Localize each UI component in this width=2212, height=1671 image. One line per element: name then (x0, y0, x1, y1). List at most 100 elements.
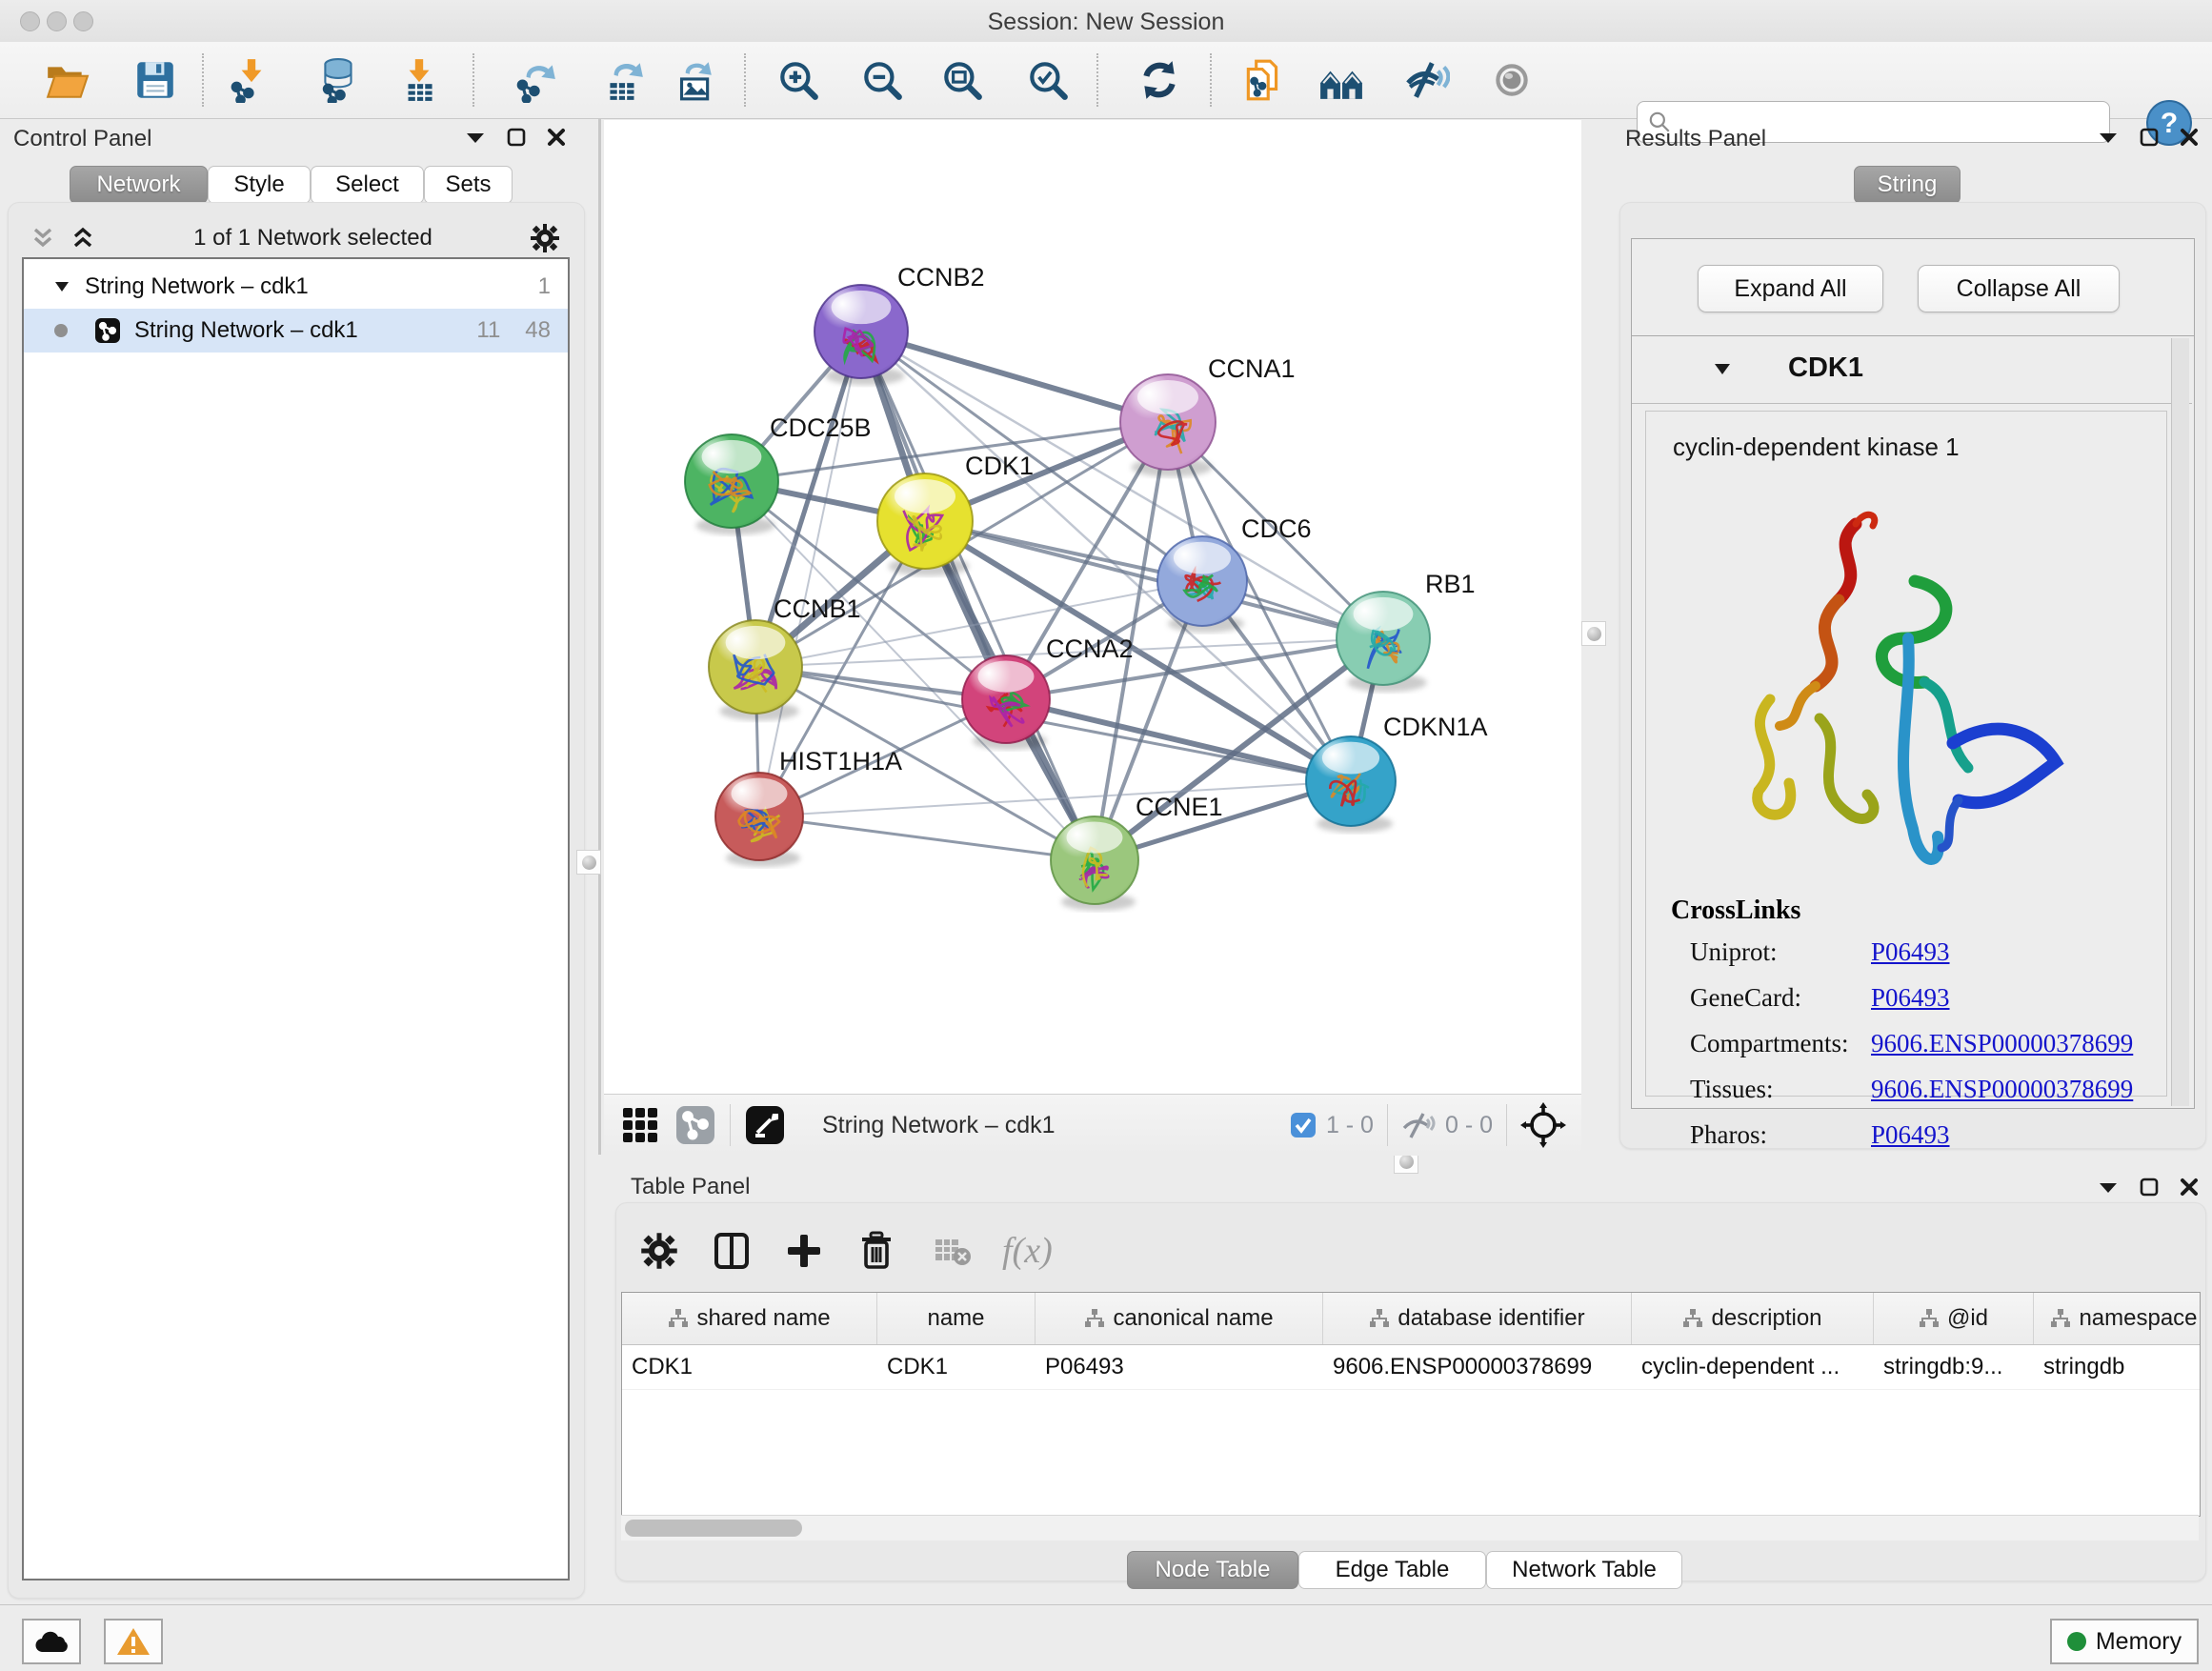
table-cell[interactable]: CDK1 (622, 1345, 877, 1389)
network-graph[interactable]: CCNB2CCNA1CDC25BCDK1CDC6RB1CCNB1CCNA2CDK… (604, 120, 1581, 1094)
zoom-out-icon[interactable] (857, 55, 907, 105)
clone-network-icon[interactable] (1238, 55, 1288, 105)
column-header-namespace[interactable]: namespace (2034, 1293, 2201, 1344)
import-table-icon[interactable] (394, 55, 444, 105)
zoom-selected-icon[interactable] (1023, 55, 1073, 105)
left-splitter-handle[interactable] (576, 850, 601, 875)
node-CCNB1[interactable] (709, 620, 802, 720)
maximize-panel-icon[interactable] (2140, 1178, 2159, 1197)
column-header--id[interactable]: @id (1874, 1293, 2034, 1344)
import-network-from-database-icon[interactable] (314, 55, 364, 105)
crosslink-link[interactable]: P06493 (1871, 1120, 1950, 1150)
network-collection-row[interactable]: String Network – cdk1 1 (24, 265, 568, 309)
float-panel-icon[interactable] (2098, 1180, 2119, 1194)
memory-button[interactable]: Memory (2050, 1619, 2199, 1664)
crosslink-link[interactable]: P06493 (1871, 937, 1950, 967)
node-CDC25B[interactable] (685, 434, 778, 534)
table-type-tabs: Node TableEdge TableNetwork Table (1127, 1551, 1682, 1589)
crosslink-link[interactable]: 9606.ENSP00000378699 (1871, 1029, 2133, 1058)
crosslink-link[interactable]: P06493 (1871, 983, 1950, 1013)
maximize-panel-icon[interactable] (507, 128, 526, 147)
node-CDK1[interactable] (877, 473, 973, 576)
zoom-in-icon[interactable] (774, 55, 823, 105)
node-CCNE1[interactable] (1051, 816, 1138, 911)
scrollbar-thumb[interactable] (625, 1520, 802, 1537)
close-panel-icon[interactable] (547, 128, 566, 147)
export-table-icon[interactable] (598, 55, 648, 105)
tab-sets[interactable]: Sets (424, 166, 513, 204)
tab-network-table[interactable]: Network Table (1486, 1551, 1682, 1589)
node-RB1[interactable] (1337, 592, 1430, 692)
collapse-all-button[interactable]: Collapse All (1918, 265, 2120, 312)
table-settings-gear-icon[interactable] (629, 1220, 690, 1281)
table-cell[interactable]: P06493 (1036, 1345, 1323, 1389)
right-splitter-handle[interactable] (1581, 621, 1606, 646)
table-cell[interactable]: stringdb:9... (1874, 1345, 2034, 1389)
column-header-database-identifier[interactable]: database identifier (1323, 1293, 1632, 1344)
column-header-shared-name[interactable]: shared name (622, 1293, 877, 1344)
hide-selected-icon[interactable] (1402, 55, 1452, 105)
netbar-separator (1506, 1104, 1507, 1146)
close-panel-icon[interactable] (2180, 128, 2199, 147)
detach-view-icon[interactable] (744, 1104, 786, 1146)
maximize-panel-icon[interactable] (2140, 128, 2159, 147)
home-networks-icon[interactable] (1317, 55, 1366, 105)
column-header-name[interactable]: name (877, 1293, 1036, 1344)
gene-expander-icon[interactable] (1714, 363, 1731, 375)
collapse-all-icon[interactable] (30, 226, 56, 251)
tab-style[interactable]: Style (208, 166, 311, 204)
selected-checkbox-icon[interactable] (1290, 1112, 1317, 1138)
gene-header-row[interactable]: CDK1 (1632, 336, 2192, 404)
cloud-status-button[interactable] (22, 1619, 81, 1664)
tab-network[interactable]: Network (70, 166, 208, 204)
node-HIST1H1A[interactable] (715, 773, 803, 867)
float-panel-icon[interactable] (2098, 131, 2119, 144)
column-header-canonical-name[interactable]: canonical name (1036, 1293, 1323, 1344)
control-panel-tabs: NetworkStyleSelectSets (70, 166, 513, 204)
crosslink-link[interactable]: 9606.ENSP00000378699 (1871, 1075, 2133, 1104)
navigator-icon[interactable] (1520, 1102, 1566, 1148)
create-column-plus-icon[interactable] (774, 1220, 835, 1281)
grid-view-icon[interactable] (619, 1104, 661, 1146)
column-header-description[interactable]: description (1632, 1293, 1874, 1344)
node-table[interactable]: shared namenamecanonical namedatabase id… (621, 1292, 2201, 1517)
save-session-icon[interactable] (131, 55, 180, 105)
tab-node-table[interactable]: Node Table (1127, 1551, 1298, 1589)
tab-edge-table[interactable]: Edge Table (1298, 1551, 1486, 1589)
export-network-icon[interactable] (511, 55, 560, 105)
table-cell[interactable]: CDK1 (877, 1345, 1036, 1389)
results-vertical-scrollbar[interactable] (2171, 338, 2189, 1106)
refresh-icon[interactable] (1135, 55, 1184, 105)
gear-icon[interactable] (530, 223, 560, 253)
import-network-icon[interactable] (227, 55, 276, 105)
left-splitter[interactable] (598, 118, 601, 1155)
export-image-icon[interactable] (668, 55, 717, 105)
table-cell[interactable]: stringdb (2034, 1345, 2201, 1389)
zoom-fit-icon[interactable] (937, 55, 987, 105)
tab-select[interactable]: Select (311, 166, 424, 204)
node-CCNA1[interactable] (1120, 374, 1216, 477)
table-horizontal-scrollbar[interactable] (621, 1515, 2199, 1540)
expand-all-button[interactable]: Expand All (1698, 265, 1883, 312)
results-entry-box: CDK1 cyclin-dependent kinase 1 (1631, 335, 2195, 1109)
open-session-icon[interactable] (42, 55, 91, 105)
results-panel-tab-strip: String (1854, 166, 1961, 204)
delete-column-trash-icon[interactable] (846, 1220, 907, 1281)
network-row-selected[interactable]: String Network – cdk1 11 48 (24, 309, 568, 352)
warnings-button[interactable] (104, 1619, 163, 1664)
warning-icon (116, 1626, 151, 1657)
node-CDKN1A[interactable] (1306, 736, 1396, 833)
show-columns-icon[interactable] (701, 1220, 762, 1281)
collection-expander-icon[interactable] (54, 281, 70, 292)
table-row[interactable]: CDK1CDK1P064939606.ENSP00000378699cyclin… (622, 1345, 2200, 1390)
network-view-icon[interactable] (674, 1104, 716, 1146)
show-all-icon[interactable] (1487, 55, 1537, 105)
float-panel-icon[interactable] (465, 131, 486, 144)
node-CDC6[interactable] (1157, 536, 1247, 633)
network-canvas[interactable]: CCNB2CCNA1CDC25BCDK1CDC6RB1CCNB1CCNA2CDK… (604, 120, 1581, 1094)
expand-all-icon[interactable] (70, 226, 96, 251)
table-cell[interactable]: cyclin-dependent ... (1632, 1345, 1874, 1389)
close-panel-icon[interactable] (2180, 1178, 2199, 1197)
tab-string[interactable]: String (1854, 166, 1961, 204)
table-cell[interactable]: 9606.ENSP00000378699 (1323, 1345, 1632, 1389)
